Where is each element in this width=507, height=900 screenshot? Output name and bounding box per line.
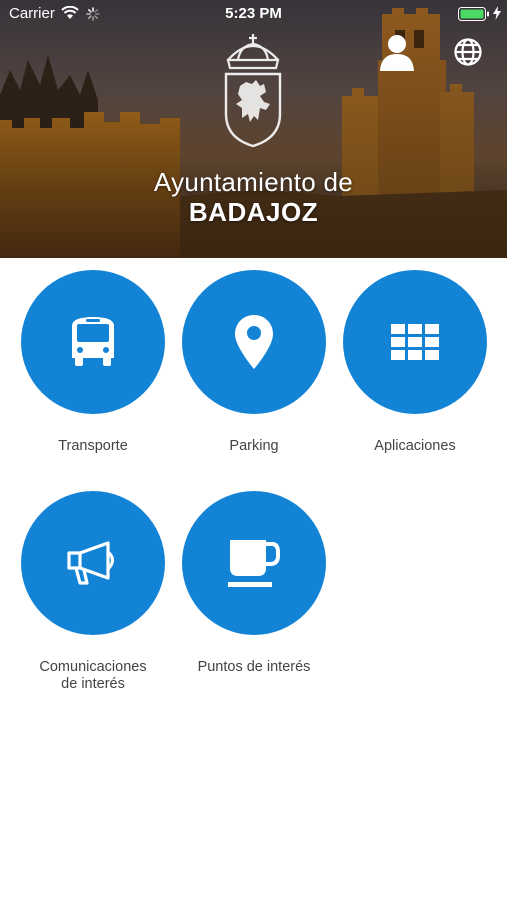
city-title-line1: Ayuntamiento de [153, 167, 354, 197]
header-hero: Carrier 5:23 PM Ayuntamiento de BADAJOZ [0, 0, 507, 258]
tile-circle[interactable] [182, 491, 326, 635]
tile-label-line2: de interés [61, 676, 125, 692]
tile-circle[interactable] [21, 270, 165, 414]
globe-icon [454, 38, 482, 66]
grid-icon [391, 324, 439, 360]
crest-icon [224, 34, 282, 148]
coffee-cup-icon [228, 540, 280, 587]
city-title-line2: BADAJOZ [188, 197, 319, 227]
bus-icon [72, 317, 114, 366]
tile-label: Comunicaciones de interés [20, 659, 166, 693]
city-title: Ayuntamiento de BADAJOZ [0, 167, 507, 227]
tile-transporte[interactable]: Transporte [20, 270, 166, 455]
tile-puntos-de-interes[interactable]: Puntos de interés [181, 491, 327, 676]
tile-label-line1: Comunicaciones [39, 659, 147, 675]
battery-icon [458, 7, 489, 21]
map-pin-icon [235, 315, 273, 369]
tile-parking[interactable]: Parking [181, 270, 327, 455]
megaphone-icon [67, 541, 115, 585]
tile-label: Parking [229, 438, 279, 454]
user-profile-button[interactable] [378, 32, 416, 72]
tile-comunicaciones[interactable]: Comunicaciones de interés [20, 491, 166, 693]
language-globe-button[interactable] [453, 37, 483, 67]
charging-bolt-icon [493, 6, 501, 20]
clock-label: 5:23 PM [225, 5, 282, 22]
user-icon [380, 35, 414, 71]
tile-aplicaciones[interactable]: Aplicaciones [342, 270, 488, 455]
tile-circle[interactable] [21, 491, 165, 635]
tile-label: Aplicaciones [374, 438, 456, 454]
tile-label: Puntos de interés [197, 659, 311, 675]
tile-circle[interactable] [182, 270, 326, 414]
tile-label: Transporte [58, 438, 128, 454]
status-bar: Carrier 5:23 PM [0, 0, 507, 28]
tile-circle[interactable] [343, 270, 487, 414]
